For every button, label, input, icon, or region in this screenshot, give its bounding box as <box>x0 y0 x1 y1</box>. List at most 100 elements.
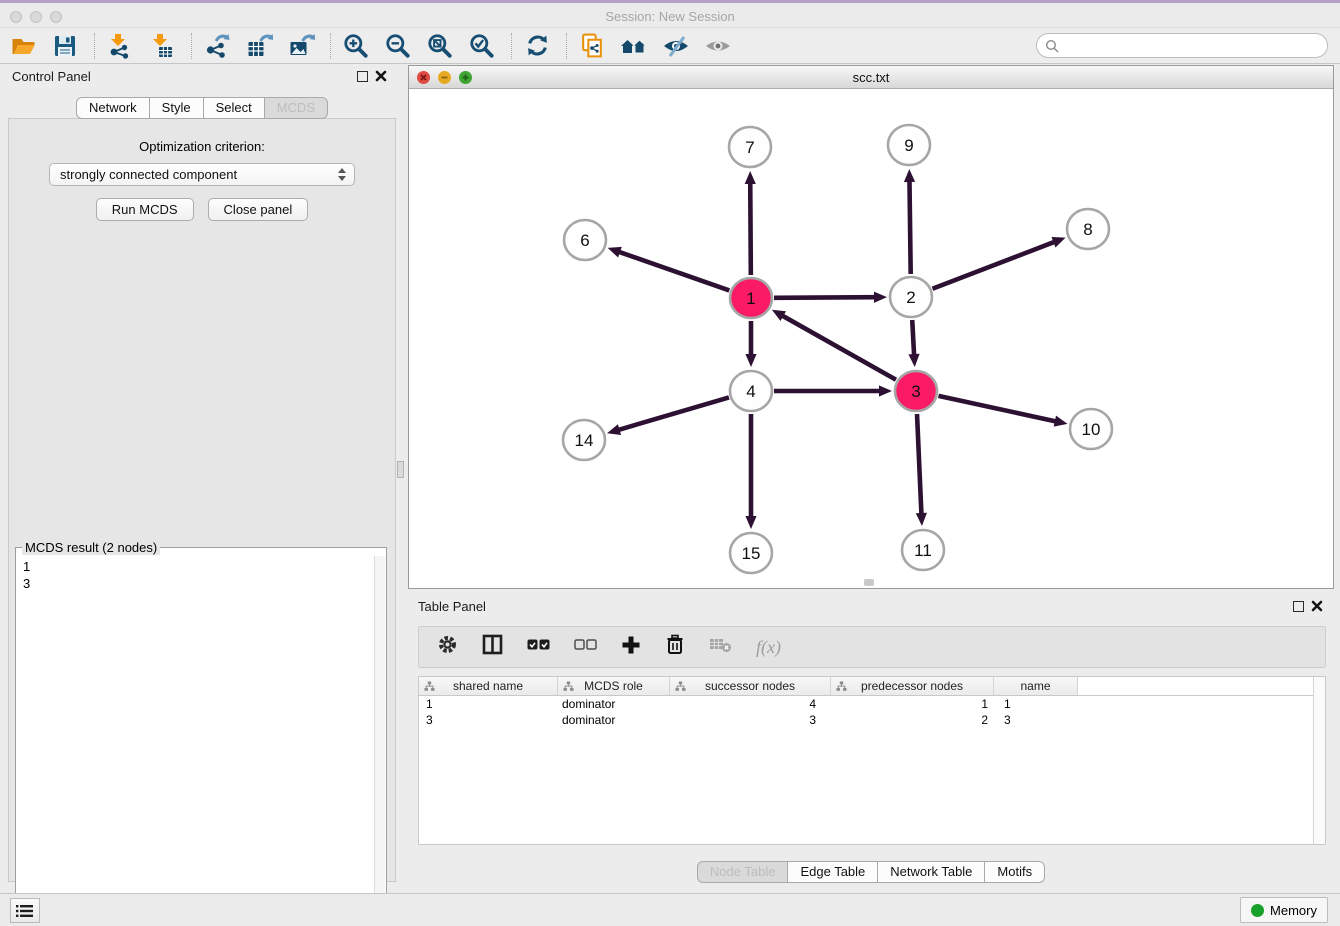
edge-arrow-2-3 <box>908 354 919 367</box>
node-table[interactable]: shared nameMCDS rolesuccessor nodesprede… <box>418 676 1326 845</box>
tab-edge-table[interactable]: Edge Table <box>788 861 878 883</box>
memory-button[interactable]: Memory <box>1240 897 1328 923</box>
close-panel-button[interactable]: Close panel <box>208 198 309 221</box>
edge-4-14[interactable] <box>618 397 729 430</box>
result-scrollbar[interactable] <box>374 556 385 919</box>
float-panel-icon[interactable] <box>357 71 368 82</box>
close-table-panel-icon[interactable] <box>1310 599 1324 613</box>
tab-node-table[interactable]: Node Table <box>697 861 789 883</box>
zoom-fit-icon[interactable] <box>425 31 455 61</box>
column-header-shared-name[interactable]: shared name <box>419 677 558 695</box>
tab-network-table[interactable]: Network Table <box>878 861 985 883</box>
search-input[interactable] <box>1064 38 1327 53</box>
edge-arrow-4-3 <box>879 385 892 396</box>
select-all-columns-icon[interactable] <box>527 638 550 656</box>
show-eye-icon[interactable] <box>703 31 733 61</box>
edge-2-8[interactable] <box>932 242 1055 289</box>
table-cell-name[interactable]: 1 <box>994 696 1078 712</box>
edge-1-7[interactable] <box>750 182 751 275</box>
column-header-predecessor-nodes[interactable]: predecessor nodes <box>831 677 994 695</box>
home-layout-icon[interactable] <box>619 31 649 61</box>
column-header-successor-nodes[interactable]: successor nodes <box>670 677 831 695</box>
tab-select[interactable]: Select <box>204 97 265 119</box>
edge-2-9[interactable] <box>909 180 910 274</box>
delete-columns-icon[interactable] <box>665 634 685 660</box>
network-canvas[interactable]: 7968124314101511 <box>409 89 1333 588</box>
zoom-selected-icon[interactable] <box>467 31 497 61</box>
table-cell-predecessor_nodes[interactable]: 1 <box>831 696 994 712</box>
criterion-value: strongly connected component <box>60 167 237 182</box>
criterion-select[interactable]: strongly connected component <box>49 163 355 186</box>
table-row[interactable]: 1dominator411 <box>419 696 1325 712</box>
task-history-button[interactable] <box>10 898 40 923</box>
deselect-all-columns-icon[interactable] <box>574 638 597 656</box>
tab-motifs[interactable]: Motifs <box>985 861 1045 883</box>
table-scrollbar[interactable] <box>1313 677 1325 844</box>
network-title: scc.txt <box>409 70 1333 85</box>
edge-3-11[interactable] <box>917 414 921 515</box>
table-panel: Table Panel <box>408 596 1334 888</box>
network-view-window: scc.txt 7968124314101511 <box>408 65 1334 589</box>
table-panel-title: Table Panel <box>418 599 486 614</box>
edge-3-1[interactable] <box>781 315 895 380</box>
main-toolbar <box>0 28 1340 64</box>
add-column-icon[interactable] <box>621 635 641 660</box>
run-mcds-button[interactable]: Run MCDS <box>96 198 194 221</box>
export-image-icon[interactable] <box>286 31 316 61</box>
table-header-row: shared nameMCDS rolesuccessor nodesprede… <box>419 677 1325 696</box>
save-session-icon[interactable] <box>50 31 80 61</box>
canvas-scrollbar-thumb[interactable] <box>864 579 874 586</box>
application-window: Session: New Session <box>0 0 1340 926</box>
network-graph[interactable]: 7968124314101511 <box>409 89 1333 589</box>
open-session-icon[interactable] <box>8 31 38 61</box>
node-label-2: 2 <box>906 288 915 307</box>
status-bar: Memory <box>0 893 1340 926</box>
list-icon <box>16 904 34 918</box>
settings-gear-icon[interactable] <box>437 634 458 660</box>
column-header-mcds-role[interactable]: MCDS role <box>558 677 670 695</box>
close-panel-icon[interactable] <box>374 69 388 83</box>
table-cell-shared_name[interactable]: 1 <box>419 696 558 712</box>
refresh-layout-icon[interactable] <box>522 31 552 61</box>
node-label-6: 6 <box>580 231 589 250</box>
table-cell-mcds_role[interactable]: dominator <box>558 712 670 728</box>
zoom-out-icon[interactable] <box>383 31 413 61</box>
network-window-titlebar[interactable]: scc.txt <box>409 66 1333 89</box>
zoom-in-icon[interactable] <box>341 31 371 61</box>
toolbar-separator <box>191 33 192 59</box>
mcds-result-text[interactable]: 1 3 <box>17 556 374 919</box>
search-box[interactable] <box>1036 33 1328 58</box>
column-header-name[interactable]: name <box>994 677 1078 695</box>
table-cell-successor_nodes[interactable]: 4 <box>670 696 831 712</box>
table-cell-shared_name[interactable]: 3 <box>419 712 558 728</box>
float-table-panel-icon[interactable] <box>1293 601 1304 612</box>
export-network-icon[interactable] <box>202 31 232 61</box>
tab-network[interactable]: Network <box>76 97 150 119</box>
table-panel-tabs: Node TableEdge TableNetwork TableMotifs <box>408 861 1334 883</box>
node-label-7: 7 <box>745 138 754 157</box>
table-cell-predecessor_nodes[interactable]: 2 <box>831 712 994 728</box>
select-stepper-icon <box>338 168 346 181</box>
panel-divider-grip[interactable] <box>397 461 404 478</box>
toolbar-separator <box>566 33 567 59</box>
edge-1-2[interactable] <box>774 297 876 298</box>
hide-eye-icon[interactable] <box>661 31 691 61</box>
export-table-icon[interactable] <box>244 31 274 61</box>
tab-mcds[interactable]: MCDS <box>265 97 328 119</box>
edge-2-3[interactable] <box>912 320 914 356</box>
table-cell-successor_nodes[interactable]: 3 <box>670 712 831 728</box>
mcds-result-title: MCDS result (2 nodes) <box>22 540 160 555</box>
edge-3-10[interactable] <box>938 396 1056 422</box>
table-cell-mcds_role[interactable]: dominator <box>558 696 670 712</box>
clone-network-icon[interactable] <box>577 31 607 61</box>
node-label-3: 3 <box>911 382 920 401</box>
toggle-columns-icon[interactable] <box>482 634 503 660</box>
import-table-icon[interactable] <box>147 31 177 61</box>
edge-1-6[interactable] <box>618 252 729 291</box>
table-row[interactable]: 3dominator323 <box>419 712 1325 728</box>
tab-style[interactable]: Style <box>150 97 204 119</box>
table-cell-name[interactable]: 3 <box>994 712 1078 728</box>
import-network-icon[interactable] <box>105 31 135 61</box>
edge-arrow-1-4 <box>745 354 756 367</box>
mcds-result-group: MCDS result (2 nodes) 1 3 <box>15 547 387 921</box>
